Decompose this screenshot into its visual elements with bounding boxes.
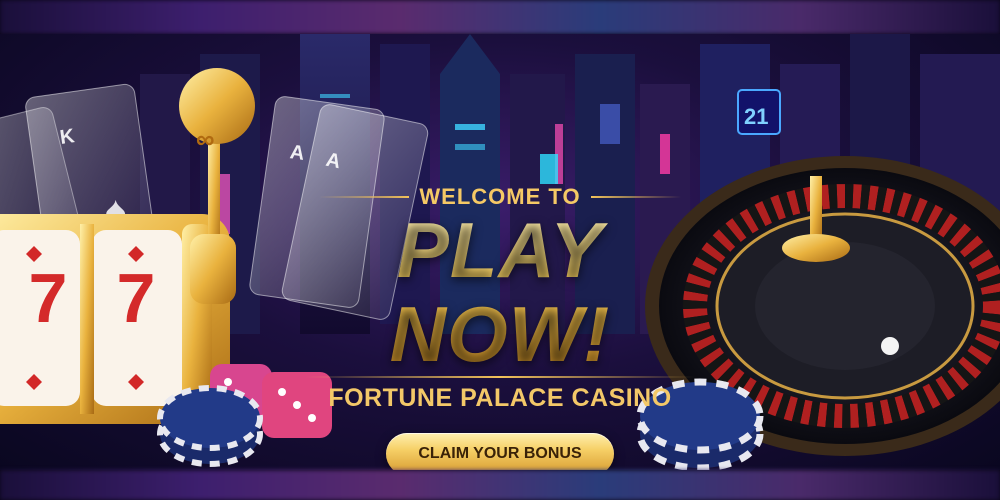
cherries-icon: ∞ — [196, 124, 215, 154]
promo-title-block: WELCOME TO PLAY NOW! FORTUNE PALACE CASI… — [290, 184, 710, 470]
top-blur-band — [0, 0, 1000, 34]
card-rank-king: K — [58, 125, 76, 149]
slot-reel-symbol-2: 7 — [116, 259, 156, 337]
slot-reel-symbol-1: 7 — [28, 259, 68, 337]
claim-bonus-button[interactable]: CLAIM YOUR BONUS — [386, 433, 614, 470]
welcome-divider-left — [319, 196, 410, 198]
neon-sign-21: 21 — [744, 104, 769, 129]
promo-banner: ♠ 7 7 K A A 21 ∞ WELCOME TO PLAY NOW! FO… — [0, 34, 1000, 470]
bottom-blur-band — [0, 470, 1000, 500]
headline: PLAY NOW! — [290, 208, 710, 376]
casino-name: FORTUNE PALACE CASINO — [328, 384, 672, 412]
page: ♠ 7 7 K A A 21 ∞ WELCOME TO PLAY NOW! FO… — [0, 0, 1000, 500]
poker-chips-left — [157, 385, 263, 467]
welcome-divider-right — [590, 196, 681, 198]
